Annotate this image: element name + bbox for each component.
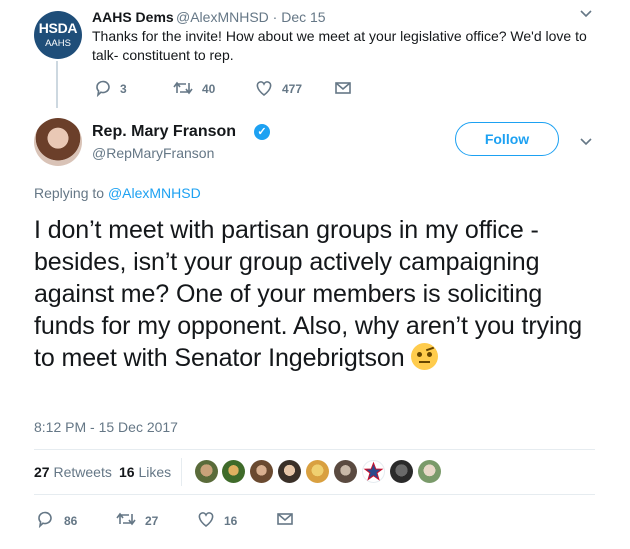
tweet-text-body: I don’t meet with partisan groups in my …	[34, 216, 583, 372]
replying-prefix: Replying to	[34, 185, 108, 201]
likes-stat[interactable]: 16 Likes	[119, 464, 171, 480]
avatar-logo-text: HSDA	[38, 20, 78, 36]
follow-button[interactable]: Follow	[455, 122, 559, 156]
liker-avatar[interactable]	[195, 460, 218, 483]
tweet-text: I don’t meet with partisan groups in my …	[34, 214, 604, 374]
likes-label: Likes	[138, 464, 172, 480]
reply-tweet-text: Thanks for the invite! How about we meet…	[92, 28, 587, 63]
author-name[interactable]: Rep. Mary Franson	[92, 123, 236, 141]
retweet-count: 27	[145, 514, 159, 528]
divider	[34, 494, 595, 495]
liker-avatar[interactable]	[306, 460, 329, 483]
chevron-down-icon[interactable]	[579, 6, 593, 25]
liker-avatar[interactable]	[390, 460, 413, 483]
aahs-avatar[interactable]: HSDA AAHS	[34, 11, 82, 59]
reply-author-handle-date[interactable]: @AlexMNHSD · Dec 15	[176, 9, 326, 25]
retweets-count: 27	[34, 464, 50, 480]
author-handle[interactable]: @RepMaryFranson	[92, 145, 214, 161]
retweet-icon[interactable]	[116, 510, 136, 533]
liker-avatar[interactable]	[278, 460, 301, 483]
tweet-timestamp[interactable]: 8:12 PM - 15 Dec 2017	[34, 419, 178, 435]
retweets-stat[interactable]: 27 Retweets	[34, 464, 112, 480]
rep-avatar[interactable]	[34, 118, 82, 166]
liker-avatar[interactable]	[334, 460, 357, 483]
like-count: 477	[282, 82, 303, 96]
retweet-count: 40	[202, 82, 216, 96]
thread-connector-line	[56, 61, 58, 108]
liker-avatar[interactable]	[418, 460, 441, 483]
reply-count: 3	[120, 82, 127, 96]
liker-avatar-star[interactable]	[362, 460, 385, 483]
replying-to-link[interactable]: @AlexMNHSD	[108, 185, 201, 201]
chevron-down-icon[interactable]	[579, 134, 593, 153]
message-icon[interactable]	[334, 80, 352, 101]
liker-avatar[interactable]	[222, 460, 245, 483]
retweets-label: Retweets	[53, 464, 112, 480]
divider	[34, 449, 595, 450]
reply-icon[interactable]	[94, 79, 112, 102]
avatar-logo-subtext: AAHS	[45, 38, 71, 49]
star-icon	[363, 461, 384, 481]
retweet-icon[interactable]	[173, 79, 193, 102]
face-with-raised-eyebrow-icon	[411, 343, 439, 370]
verified-icon: ✓	[254, 124, 270, 140]
reply-author-name[interactable]: AAHS Dems	[92, 9, 174, 25]
stats-separator	[181, 458, 182, 486]
like-count: 16	[224, 514, 238, 528]
liker-avatar[interactable]	[250, 460, 273, 483]
like-icon[interactable]	[255, 79, 273, 102]
like-icon[interactable]	[197, 510, 215, 533]
reply-icon[interactable]	[36, 510, 54, 533]
reply-count: 86	[64, 514, 78, 528]
likes-count: 16	[119, 464, 135, 480]
message-icon[interactable]	[276, 511, 294, 532]
replying-to: Replying to @AlexMNHSD	[34, 185, 201, 201]
